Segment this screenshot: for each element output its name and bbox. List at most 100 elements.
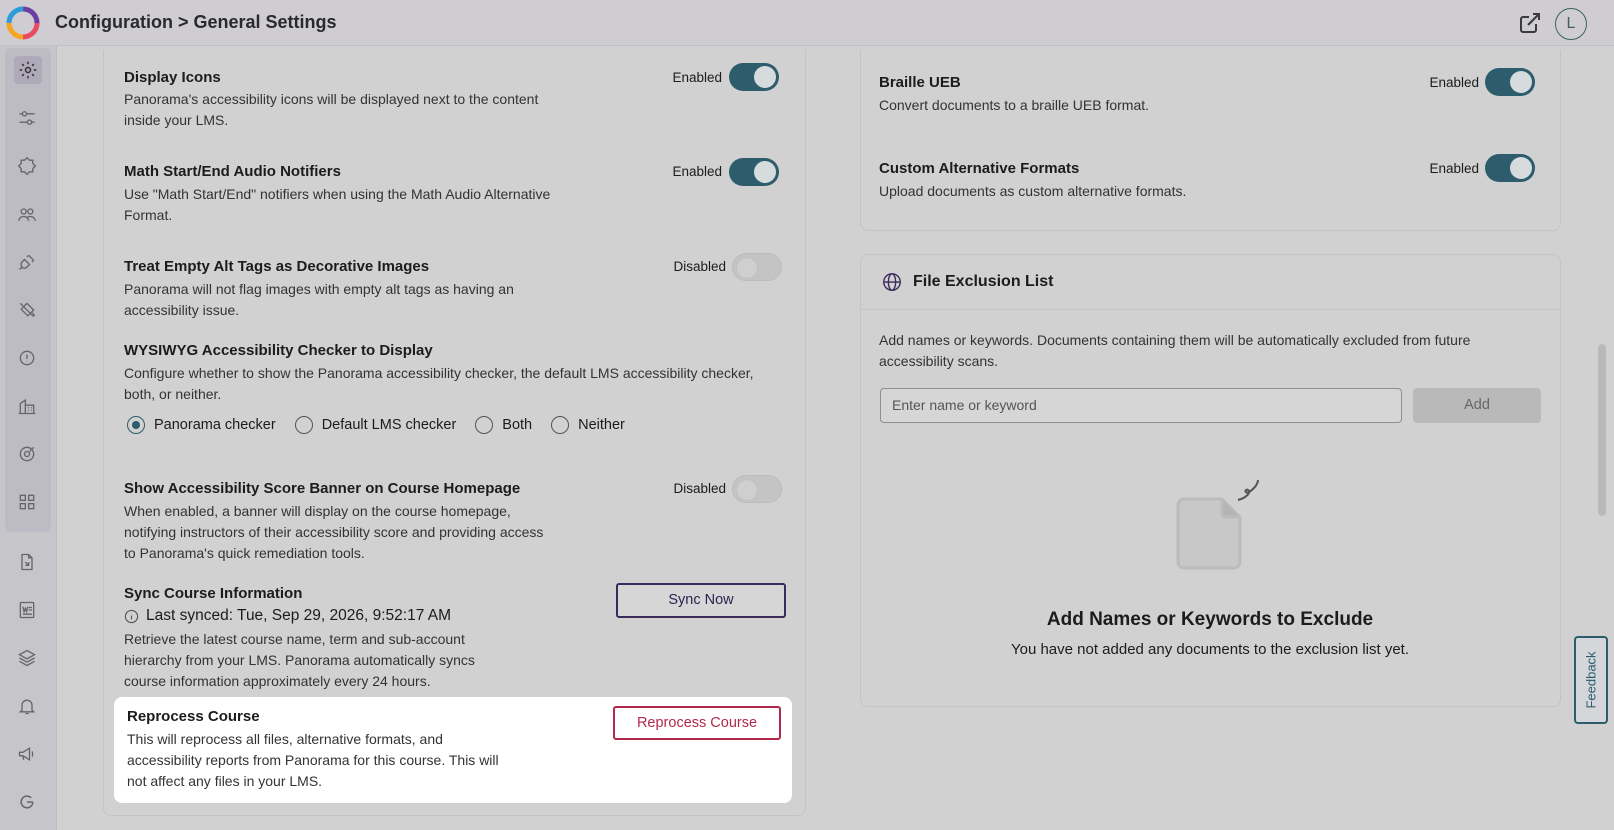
add-button[interactable]: Add: [1413, 388, 1541, 423]
sidebar-item-integrations[interactable]: [13, 248, 41, 276]
feedback-tab[interactable]: Feedback: [1574, 636, 1608, 724]
layers-icon: [18, 649, 36, 667]
reprocess-desc-2: accessibility reports from Panorama for …: [127, 752, 499, 768]
score-banner-desc: When enabled, a banner will display on t…: [124, 503, 511, 519]
empty-alt-title: Treat Empty Alt Tags as Decorative Image…: [124, 258, 430, 275]
file-exclusion-title: File Exclusion List: [913, 273, 1054, 290]
wysiwyg-radio-group: Panorama checker Default LMS checker Bot…: [127, 416, 644, 434]
radio-label-default-lms-checker[interactable]: Default LMS checker: [322, 417, 457, 433]
score-banner-toggle[interactable]: [732, 475, 782, 503]
grid-icon: [19, 494, 35, 510]
megaphone-icon: [18, 746, 34, 762]
radio-label-panorama-checker[interactable]: Panorama checker: [154, 417, 276, 433]
sidebar: [0, 46, 57, 830]
math-notifiers-desc-2: Format.: [124, 207, 173, 223]
card-divider: [861, 309, 1560, 310]
math-notifiers-desc: Use "Math Start/End" notifiers when usin…: [124, 186, 551, 202]
math-notifiers-toggle[interactable]: [729, 158, 779, 186]
empty-alt-toggle[interactable]: [732, 253, 782, 281]
radio-label-neither[interactable]: Neither: [578, 417, 625, 433]
display-icons-desc: Panorama's accessibility icons will be d…: [124, 91, 539, 107]
empty-document-icon: [1176, 479, 1259, 570]
display-icons-status: Enabled: [672, 70, 722, 85]
keyword-input[interactable]: Enter name or keyword: [880, 388, 1402, 423]
building-icon: [18, 398, 36, 415]
gear-icon: [19, 61, 37, 79]
sidebar-item-users[interactable]: [13, 200, 41, 228]
page-title: Configuration > General Settings: [55, 12, 337, 32]
empty-alt-desc-2: accessibility issue.: [124, 302, 240, 318]
radio-both[interactable]: [475, 416, 494, 434]
file-exclusion-desc: Add names or keywords. Documents contain…: [879, 332, 1471, 348]
custom-formats-toggle[interactable]: [1485, 154, 1535, 182]
braille-status: Enabled: [1429, 75, 1479, 90]
last-synced: Last synced: Tue, Sep 29, 2026, 9:52:17 …: [146, 607, 452, 624]
reprocess-course-button[interactable]: Reprocess Course: [613, 706, 781, 740]
radio-neither[interactable]: [551, 416, 570, 434]
math-notifiers-status: Enabled: [672, 164, 722, 179]
toggle-knob: [754, 161, 776, 183]
score-banner-desc-2: notifying instructors of their accessibi…: [124, 524, 544, 540]
braille-title: Braille UEB: [879, 74, 961, 91]
wysiwyg-desc: Configure whether to show the Panorama a…: [124, 365, 754, 381]
sidebar-item-preferences[interactable]: [13, 104, 41, 132]
paint-bucket-icon: [19, 302, 36, 318]
plug-icon: [19, 254, 35, 270]
sidebar-item-info[interactable]: [13, 344, 41, 372]
radio-label-both[interactable]: Both: [502, 417, 532, 433]
sidebar-item-goals[interactable]: [13, 440, 41, 468]
toggle-knob: [736, 257, 758, 279]
sync-desc: Retrieve the latest course name, term an…: [124, 631, 465, 647]
sidebar-item-notifications[interactable]: [13, 692, 41, 720]
score-banner-title: Show Accessibility Score Banner on Cours…: [124, 480, 521, 497]
sidebar-item-apps[interactable]: [13, 488, 41, 516]
empty-state-desc: You have not added any documents to the …: [1010, 641, 1410, 658]
info-icon: [124, 609, 139, 624]
sidebar-item-layers[interactable]: [13, 644, 41, 672]
radio-panorama-checker[interactable]: [127, 416, 145, 434]
reprocess-title: Reprocess Course: [127, 708, 260, 725]
info-icon: [19, 350, 35, 366]
page-scrollbar[interactable]: [1598, 344, 1606, 516]
globe-icon: [883, 273, 901, 291]
custom-formats-desc: Upload documents as custom alternative f…: [879, 183, 1187, 199]
score-banner-status: Disabled: [673, 481, 726, 496]
toggle-knob: [1510, 71, 1532, 93]
display-icons-desc-2: inside your LMS.: [124, 112, 229, 128]
wysiwyg-desc-2: both, or neither.: [124, 386, 222, 402]
display-icons-toggle[interactable]: [729, 63, 779, 91]
radio-default-lms-checker[interactable]: [294, 416, 313, 434]
toggle-knob: [736, 479, 758, 501]
avatar[interactable]: L: [1555, 8, 1587, 40]
toggle-knob: [754, 66, 776, 88]
reprocess-desc: This will reprocess all files, alternati…: [127, 731, 443, 747]
sidebar-item-badges[interactable]: [13, 152, 41, 180]
sliders-icon: [19, 111, 35, 125]
top-bar: Configuration > General Settings L: [0, 0, 1614, 46]
braille-desc: Convert documents to a braille UEB forma…: [879, 97, 1150, 113]
sidebar-item-institution[interactable]: [13, 392, 41, 420]
custom-formats-title: Custom Alternative Formats: [879, 160, 1080, 177]
sidebar-item-branding[interactable]: [13, 296, 41, 324]
sidebar-item-word[interactable]: [13, 596, 41, 624]
panorama-logo-icon[interactable]: [6, 6, 40, 40]
braille-toggle[interactable]: [1485, 68, 1535, 96]
sidebar-item-announcements[interactable]: [13, 740, 41, 768]
sidebar-item-google[interactable]: [13, 788, 41, 816]
word-document-icon: [19, 601, 35, 619]
badge-icon: [17, 156, 37, 176]
target-icon: [19, 446, 35, 462]
toggle-knob: [1510, 157, 1532, 179]
score-banner-desc-3: to Panorama's quick remediation tools.: [124, 545, 365, 561]
display-icons-title: Display Icons: [124, 69, 221, 86]
reprocess-desc-3: not affect any files in your LMS.: [127, 773, 323, 789]
file-exclusion-desc-2: accessibility scans.: [879, 353, 999, 369]
math-notifiers-title: Math Start/End Audio Notifiers: [124, 163, 341, 180]
sidebar-item-import[interactable]: [13, 548, 41, 576]
external-link-icon[interactable]: [1518, 11, 1542, 35]
sync-desc-2: hierarchy from your LMS. Panorama automa…: [124, 652, 475, 668]
sync-now-button[interactable]: Sync Now: [616, 583, 786, 618]
feedback-label: Feedback: [1583, 651, 1599, 709]
sidebar-item-general-settings[interactable]: [14, 56, 42, 84]
google-icon: [20, 795, 34, 809]
